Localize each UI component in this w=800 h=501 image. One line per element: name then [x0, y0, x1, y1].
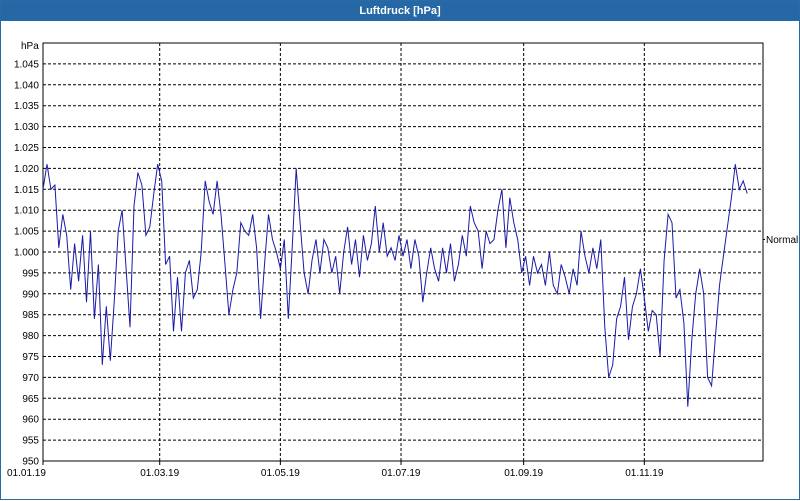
y-tick-label: 995 — [22, 268, 39, 279]
y-tick-label: 1.025 — [14, 143, 39, 154]
reference-label: Normal — [766, 235, 798, 246]
y-tick-label: 1.045 — [14, 59, 39, 70]
y-tick-label: 1.015 — [14, 185, 39, 196]
y-tick-label: 1.020 — [14, 164, 39, 175]
x-tick-label: 01.09.19 — [504, 468, 543, 479]
y-tick-label: 965 — [22, 394, 39, 405]
x-tick-label: 01.11.19 — [625, 468, 664, 479]
x-tick-label: 01.05.19 — [261, 468, 300, 479]
y-tick-label: 975 — [22, 352, 39, 363]
y-axis-label: hPa — [21, 41, 39, 52]
y-axis: 950 955 960 965 970 975 980 985 990 995 1.000 1.005… — [14, 59, 39, 467]
y-tick-label: 1.040 — [14, 80, 39, 91]
x-tick-label: 01.01.19 — [7, 468, 46, 479]
y-tick-label: 990 — [22, 289, 39, 300]
x-tick-label: 01.07.19 — [382, 468, 421, 479]
series-line — [42, 164, 748, 407]
x-axis: 01.01.19 01.03.19 01.05.19 01.07.19 01.09.19… — [7, 461, 664, 479]
chart-window: Luftdruck [hPa] 950 955 960 965 970 975 980 985… — [0, 0, 800, 500]
y-tick-label: 950 — [22, 457, 39, 468]
line-chart: 950 955 960 965 970 975 980 985 990 995 1.000 1.005… — [7, 41, 798, 479]
y-tick-label: 1.030 — [14, 122, 39, 133]
y-tick-label: 980 — [22, 331, 39, 342]
y-tick-label: 1.010 — [14, 206, 39, 217]
y-tick-label: 955 — [22, 436, 39, 447]
y-tick-label: 985 — [22, 310, 39, 321]
y-tick-label: 1.035 — [14, 101, 39, 112]
x-tick-label: 01.03.19 — [140, 468, 179, 479]
y-tick-label: 970 — [22, 373, 39, 384]
y-tick-label: 1.005 — [14, 227, 39, 238]
y-tick-label: 1.000 — [14, 248, 39, 259]
y-tick-label: 960 — [22, 415, 39, 426]
grid — [43, 43, 763, 461]
